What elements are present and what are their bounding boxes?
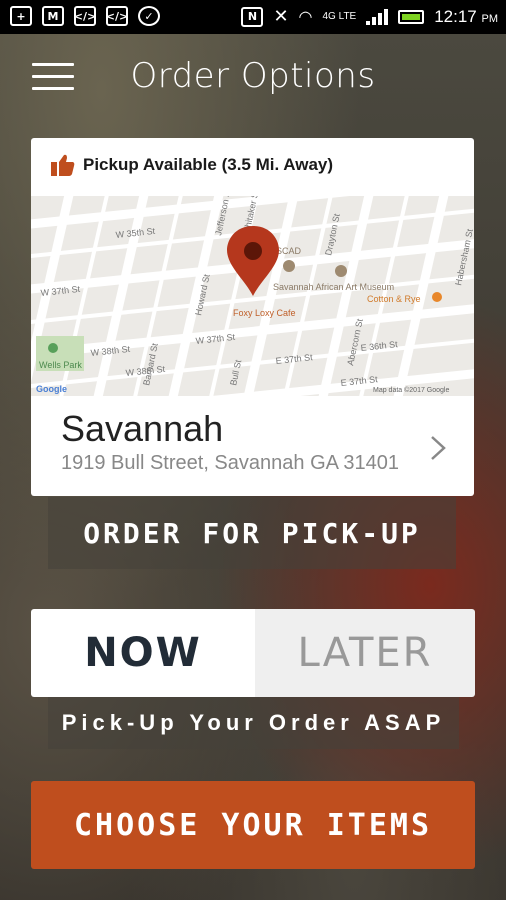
order-for-pickup-button[interactable]: ORDER FOR PICK-UP xyxy=(48,497,456,569)
clock: 12:17 PM xyxy=(434,7,498,27)
museum-marker-icon xyxy=(335,265,347,277)
gmail-icon: M xyxy=(42,6,64,26)
network-type: 4G LTE xyxy=(322,11,357,22)
page-title: Order Options xyxy=(130,56,376,96)
pickup-availability: Pickup Available (3.5 Mi. Away) xyxy=(51,154,333,176)
google-logo: Google xyxy=(36,384,67,394)
signal-icon xyxy=(366,8,389,25)
map-place-label: Foxy Loxy Cafe xyxy=(233,308,296,318)
pickup-availability-text: Pickup Available (3.5 Mi. Away) xyxy=(83,155,334,174)
later-option[interactable]: LATER xyxy=(255,609,475,697)
status-bar: + M </> </> ✓ N ✕ ◠ 4G LTE 12:17 PM xyxy=(0,0,506,34)
choose-your-items-button[interactable]: CHOOSE YOUR ITEMS xyxy=(31,781,475,869)
clock-time: 12:17 xyxy=(434,6,477,26)
thumbs-up-icon xyxy=(51,154,75,176)
code-icon: </> xyxy=(106,6,128,26)
cafe-marker-icon xyxy=(432,292,442,302)
add-icon: + xyxy=(10,6,32,26)
store-name: Savannah xyxy=(61,408,224,449)
clock-ampm: PM xyxy=(481,12,499,25)
timing-toggle: NOW LATER xyxy=(31,609,475,697)
pickup-timing-note: Pick-Up Your Order ASAP xyxy=(48,697,459,749)
store-address: 1919 Bull Street, Savannah GA 31401 xyxy=(61,452,400,474)
code-icon: </> xyxy=(74,6,96,26)
messenger-icon: ✓ xyxy=(138,6,160,26)
map-place-label: Cotton & Rye xyxy=(367,294,421,304)
store-map[interactable]: W 35th St W 37th St W 37th St W 38th St … xyxy=(31,196,474,396)
now-option[interactable]: NOW xyxy=(31,609,255,697)
museum-marker-icon xyxy=(283,260,295,272)
nfc-icon: N xyxy=(241,6,264,27)
battery-icon xyxy=(398,9,425,24)
map-attribution: Map data ©2017 Google xyxy=(373,386,449,394)
location-card[interactable]: Pickup Available (3.5 Mi. Away) W 35th S… xyxy=(31,138,474,496)
mute-icon: ✕ xyxy=(273,6,289,26)
map-place-label: Savannah African Art Museum xyxy=(273,282,394,292)
wifi-icon: ◠ xyxy=(298,8,313,26)
map-place-label: SCAD xyxy=(276,246,302,256)
park-marker-icon xyxy=(48,343,58,353)
map-place-label: Wells Park xyxy=(39,360,82,370)
chevron-right-icon[interactable] xyxy=(430,435,446,461)
